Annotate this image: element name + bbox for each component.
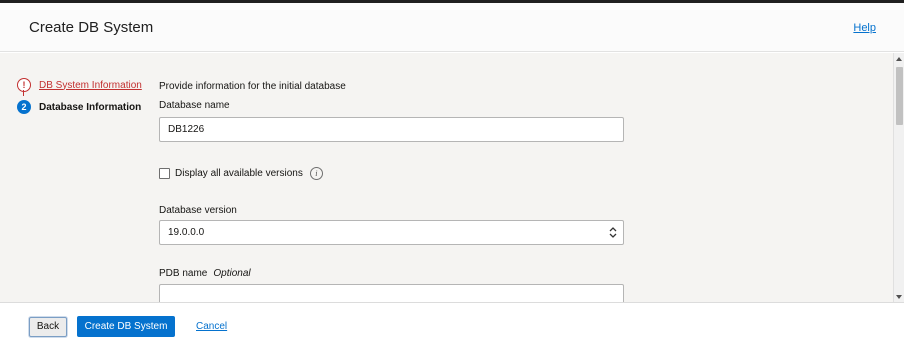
- page-title: Create DB System: [29, 19, 154, 36]
- display-versions-row: Display all available versions i: [159, 167, 323, 180]
- database-name-input[interactable]: DB1226: [159, 117, 624, 142]
- step-label[interactable]: DB System Information: [39, 80, 142, 91]
- pdb-name-label: PDB name Optional: [159, 268, 251, 279]
- wizard-footer: Back Create DB System Cancel: [0, 302, 904, 348]
- database-name-label: Database name: [159, 100, 230, 111]
- pdb-name-input[interactable]: [159, 284, 624, 302]
- info-icon[interactable]: i: [309, 167, 323, 180]
- pdb-name-label-text: PDB name: [159, 268, 208, 279]
- wizard-steps: ! DB System Information 2 Database Infor…: [17, 74, 142, 118]
- database-version-label: Database version: [159, 205, 237, 216]
- display-versions-label[interactable]: Display all available versions: [175, 168, 303, 179]
- select-arrows-icon: [609, 227, 617, 238]
- step-database-information[interactable]: 2 Database Information: [17, 96, 142, 118]
- help-link[interactable]: Help: [853, 22, 876, 34]
- database-version-value: 19.0.0.0: [168, 227, 205, 238]
- page-header: Create DB System Help: [0, 3, 904, 52]
- scroll-up-arrow-icon[interactable]: [896, 57, 902, 61]
- optional-tag: Optional: [213, 268, 251, 279]
- display-versions-checkbox[interactable]: [159, 168, 170, 179]
- database-version-select[interactable]: 19.0.0.0: [159, 220, 624, 245]
- scrollbar-thumb[interactable]: [896, 67, 903, 125]
- step-number-badge: 2: [17, 100, 31, 114]
- vertical-scrollbar[interactable]: [893, 53, 904, 302]
- wizard-content: ! DB System Information 2 Database Infor…: [0, 53, 904, 302]
- create-db-system-button[interactable]: Create DB System: [77, 316, 175, 337]
- form-intro: Provide information for the initial data…: [159, 81, 346, 92]
- step-label: Database Information: [39, 101, 142, 113]
- cancel-link[interactable]: Cancel: [196, 321, 227, 332]
- error-icon: !: [17, 78, 31, 92]
- step-db-system-information[interactable]: ! DB System Information: [17, 74, 142, 96]
- scroll-down-arrow-icon[interactable]: [896, 295, 902, 299]
- back-button[interactable]: Back: [29, 317, 67, 337]
